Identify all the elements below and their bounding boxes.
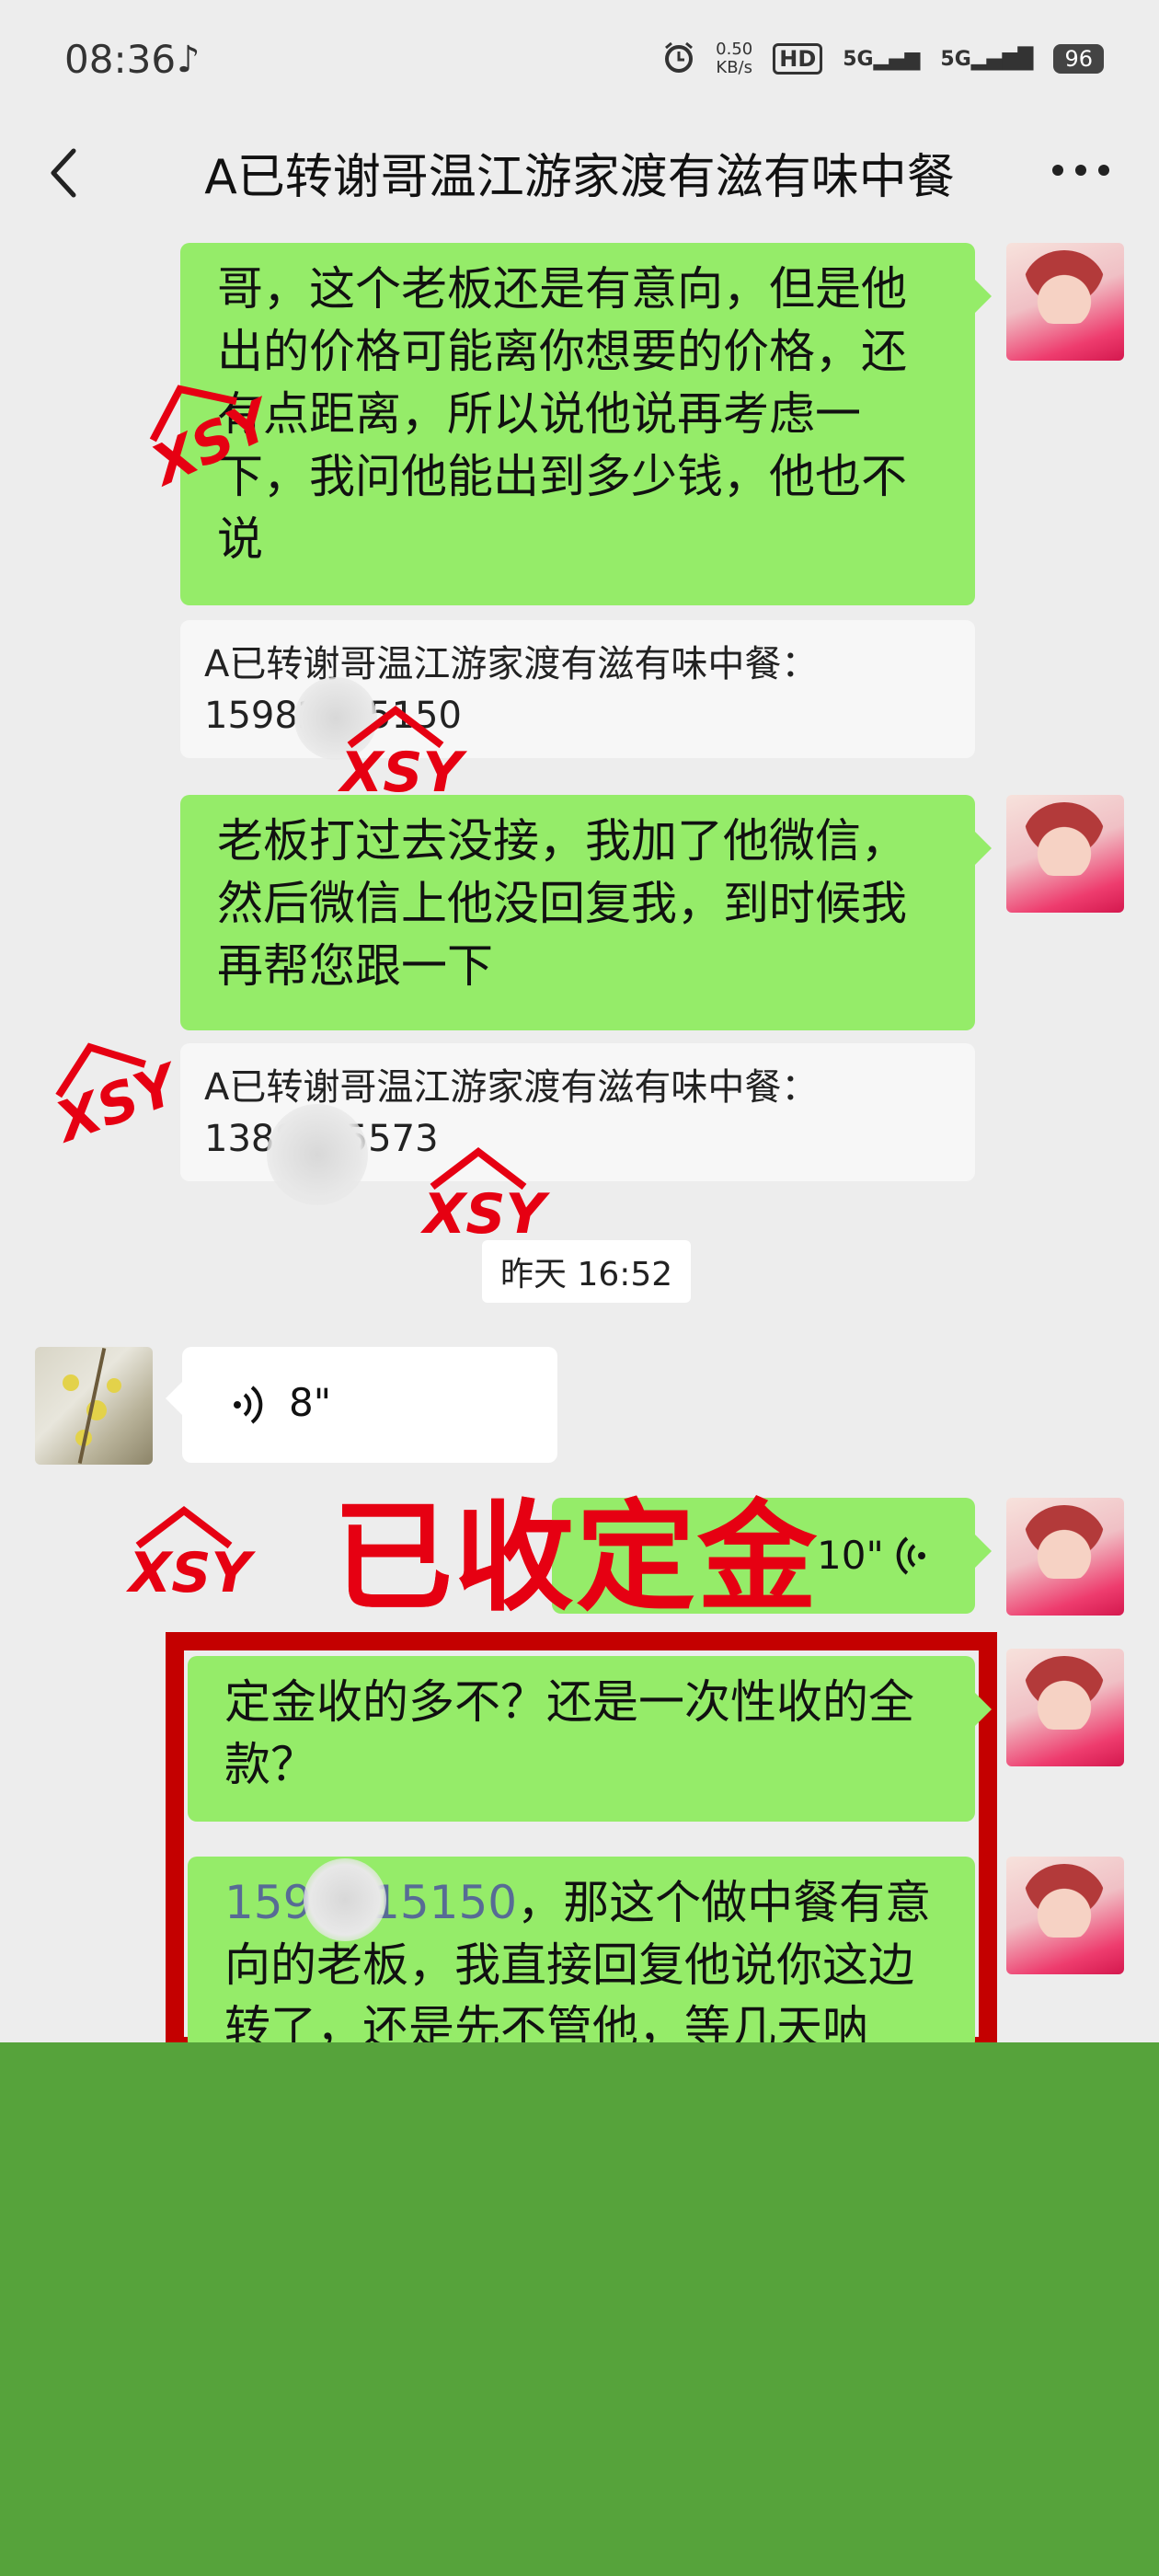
message-bubble-outgoing[interactable]: 老板打过去没接，我加了他微信，然后微信上他没回复我，到时候我再帮您跟一下	[180, 795, 992, 1030]
status-bar: 08:36 ♪ 0.50 KB/s HD 5G▂▄▆ 5G▂▄▆█ 96	[0, 0, 1159, 120]
watermark-logo: XSY	[125, 1505, 256, 1601]
voice-duration: 8"	[289, 1380, 332, 1425]
voice-message-outgoing[interactable]: 10"	[552, 1498, 992, 1614]
avatar-self[interactable]	[1006, 1498, 1124, 1616]
privacy-blur	[304, 1858, 386, 1941]
voice-message-incoming[interactable]: 8"	[166, 1347, 557, 1463]
svg-text:XSY: XSY	[125, 1541, 256, 1601]
svg-text:XSY: XSY	[419, 1182, 550, 1242]
signal-5g-1: 5G▂▄▆	[843, 47, 921, 71]
bottom-overlay-panel	[0, 2042, 1159, 2576]
avatar-self[interactable]	[1006, 243, 1124, 361]
net-speed: 0.50 KB/s	[716, 40, 753, 77]
voice-wave-icon	[234, 1386, 263, 1424]
voice-wave-icon	[896, 1536, 925, 1575]
svg-text:XSY: XSY	[337, 741, 467, 800]
battery-indicator: 96	[1053, 44, 1104, 74]
watermark-logo: XSY	[337, 705, 467, 800]
hd-badge: HD	[773, 43, 823, 75]
watermark-logo: XSY	[419, 1146, 550, 1242]
more-options-icon[interactable]	[1049, 156, 1113, 184]
tiktok-icon: ♪	[177, 39, 201, 81]
timestamp: 昨天 16:52	[482, 1240, 692, 1303]
chat-title: A已转谢哥温江游家渡有滋有味中餐	[204, 150, 955, 205]
message-bubble-outgoing[interactable]: 定金收的多不？还是一次性收的全款？	[188, 1656, 992, 1822]
alarm-icon	[662, 40, 695, 77]
voice-duration: 10"	[817, 1533, 884, 1578]
signal-5g-2: 5G▂▄▆█	[940, 47, 1034, 71]
avatar-self[interactable]	[1006, 1857, 1124, 1974]
status-time: 08:36	[64, 37, 177, 82]
avatar-self[interactable]	[1006, 1649, 1124, 1766]
avatar-self[interactable]	[1006, 795, 1124, 913]
privacy-blur	[267, 1104, 368, 1205]
back-arrow-icon[interactable]	[46, 145, 83, 201]
svg-text:XSY: XSY	[45, 1051, 190, 1156]
avatar-contact[interactable]	[35, 1347, 153, 1465]
status-icons: 0.50 KB/s HD 5G▂▄▆ 5G▂▄▆█ 96	[662, 33, 1104, 85]
